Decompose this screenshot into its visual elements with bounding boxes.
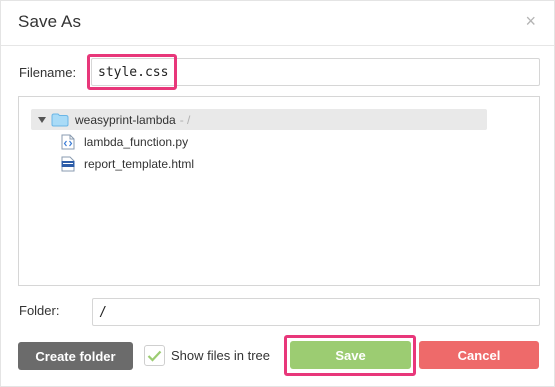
folder-icon xyxy=(51,113,69,126)
filename-input[interactable] xyxy=(91,58,540,86)
tree-file-item[interactable]: lambda_function.py xyxy=(61,131,188,152)
save-button[interactable]: Save xyxy=(290,341,411,369)
tree-root-folder[interactable]: weasyprint-lambda - / xyxy=(31,109,487,130)
tree-root-path: - / xyxy=(179,112,191,127)
show-files-checkbox[interactable] xyxy=(144,345,165,366)
caret-down-icon[interactable] xyxy=(37,115,47,125)
tree-file-item[interactable]: report_template.html xyxy=(61,153,194,174)
dialog-header: Save As × xyxy=(1,1,554,46)
html-file-icon xyxy=(61,156,75,171)
dialog-title: Save As xyxy=(18,12,82,31)
file-tree[interactable]: weasyprint-lambda - / lambda_function.py… xyxy=(18,96,540,286)
tree-file-name: report_template.html xyxy=(84,156,195,171)
check-icon xyxy=(147,350,162,362)
show-files-label: Show files in tree xyxy=(171,348,270,363)
tree-root-name: weasyprint-lambda xyxy=(75,112,176,127)
cancel-button[interactable]: Cancel xyxy=(419,341,539,369)
filename-label: Filename: xyxy=(19,65,77,80)
folder-label: Folder: xyxy=(19,303,60,318)
code-file-icon xyxy=(61,134,75,149)
save-as-dialog: Save As × Filename: weasyprint-lambda - … xyxy=(0,0,555,387)
tree-file-name: lambda_function.py xyxy=(84,134,189,149)
create-folder-button[interactable]: Create folder xyxy=(18,342,133,370)
folder-input[interactable] xyxy=(92,298,540,326)
show-files-toggle[interactable]: Show files in tree xyxy=(144,345,270,366)
close-icon[interactable]: × xyxy=(525,11,536,31)
